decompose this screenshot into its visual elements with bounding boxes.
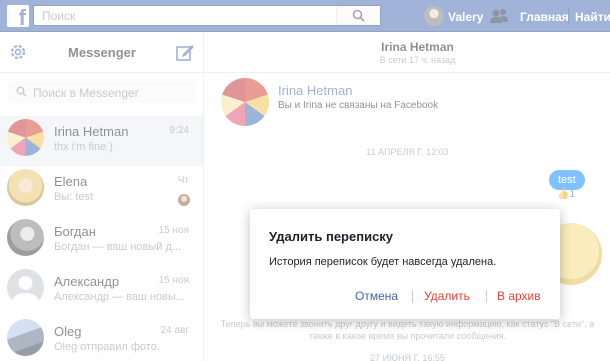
cancel-button[interactable]: Отмена [355,289,398,303]
button-divider [412,290,413,303]
delete-button[interactable]: Удалить [424,289,470,303]
dialog-title: Удалить переписку [269,229,394,244]
dialog-message: История переписок будет навсегда удалена… [269,256,497,268]
delete-conversation-dialog: Удалить переписку История переписок буде… [250,209,560,319]
button-divider [486,290,487,303]
archive-button[interactable]: В архив [497,289,541,303]
